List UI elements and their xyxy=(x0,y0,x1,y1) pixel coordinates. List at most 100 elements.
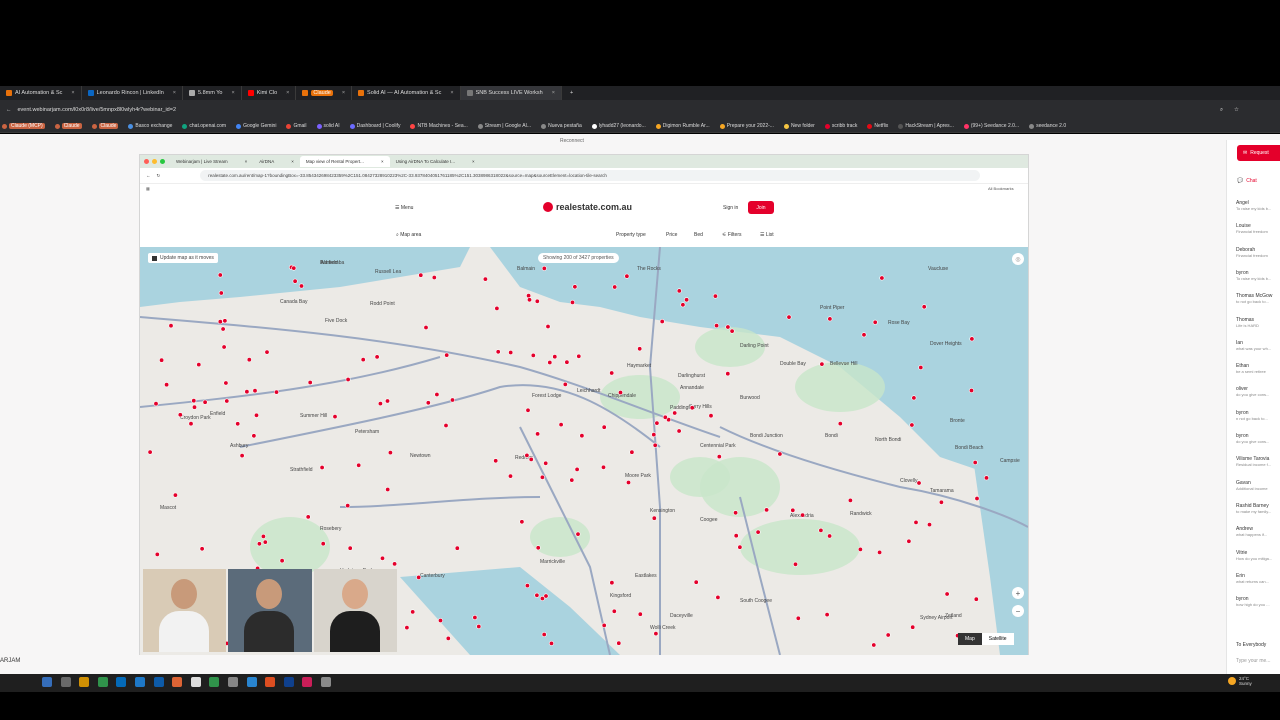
property-pin[interactable] xyxy=(320,541,326,547)
property-pin[interactable] xyxy=(547,360,553,366)
bookmark-item[interactable]: Claude (MCP) xyxy=(2,123,45,129)
property-pin[interactable] xyxy=(786,314,792,320)
chat-input[interactable]: Type your me... xyxy=(1236,658,1270,664)
taskbar-app-icon[interactable] xyxy=(172,677,183,687)
browser-tab[interactable]: AI Automation & Sc × xyxy=(0,86,82,100)
property-pin[interactable] xyxy=(827,533,833,539)
browser-tab[interactable]: Leonardo Rincon | LinkedIn × xyxy=(82,86,183,100)
property-pin[interactable] xyxy=(153,401,159,407)
property-pin[interactable] xyxy=(548,640,554,646)
browser-address-bar[interactable]: ← event.webinarjam.com/l0x0r8/live/5mnpx… xyxy=(0,100,1280,120)
property-pin[interactable] xyxy=(969,336,975,342)
bookmark-item[interactable]: HackStream | Apres... xyxy=(898,123,954,129)
property-pin[interactable] xyxy=(307,380,313,386)
property-pin[interactable] xyxy=(528,456,534,462)
weather-widget[interactable]: 24°C Sunny xyxy=(1228,676,1252,686)
property-pin[interactable] xyxy=(612,284,618,290)
property-pin[interactable] xyxy=(637,611,643,617)
property-pin[interactable] xyxy=(191,404,197,410)
inner-browser-tab[interactable]: Using AirDNA To Calculate I... × xyxy=(390,156,481,167)
property-type-filter[interactable]: Property type xyxy=(616,232,646,238)
property-pin[interactable] xyxy=(476,623,482,629)
property-pin[interactable] xyxy=(246,357,252,363)
property-pin[interactable] xyxy=(609,580,615,586)
property-pin[interactable] xyxy=(526,297,532,303)
property-pin[interactable] xyxy=(360,357,366,363)
property-pin[interactable] xyxy=(569,477,575,483)
property-pin[interactable] xyxy=(624,273,630,279)
property-pin[interactable] xyxy=(733,510,739,516)
property-pin[interactable] xyxy=(579,433,585,439)
property-pin[interactable] xyxy=(824,612,830,618)
url-text[interactable]: event.webinarjam.com/l0x0r8/live/5mnpx8l… xyxy=(18,107,177,113)
property-pin[interactable] xyxy=(910,624,916,630)
property-pin[interactable] xyxy=(637,346,643,352)
property-pin[interactable] xyxy=(392,561,398,567)
property-pin[interactable] xyxy=(434,392,440,398)
property-pin[interactable] xyxy=(572,284,578,290)
property-pin[interactable] xyxy=(545,324,551,330)
property-pin[interactable] xyxy=(159,357,165,363)
property-pin[interactable] xyxy=(676,288,682,294)
list-button[interactable]: ☰ List xyxy=(760,232,774,238)
property-pin[interactable] xyxy=(611,608,617,614)
property-pin[interactable] xyxy=(562,381,568,387)
close-icon[interactable]: × xyxy=(173,90,176,96)
property-pin[interactable] xyxy=(493,458,499,464)
property-pin[interactable] xyxy=(380,555,386,561)
property-pin[interactable] xyxy=(494,305,500,311)
property-pin[interactable] xyxy=(188,421,194,427)
taskbar-app-icon[interactable] xyxy=(228,677,238,687)
property-pin[interactable] xyxy=(534,298,540,304)
property-pin[interactable] xyxy=(495,349,501,355)
property-pin[interactable] xyxy=(617,390,623,396)
close-icon[interactable]: × xyxy=(342,90,345,96)
bookmark-item[interactable]: lyhadd27 (leonardo... xyxy=(591,123,646,129)
property-pin[interactable] xyxy=(251,433,257,439)
property-pin[interactable] xyxy=(764,507,770,513)
property-pin[interactable] xyxy=(973,596,979,602)
property-pin[interactable] xyxy=(535,431,541,437)
property-pin[interactable] xyxy=(147,449,153,455)
inner-address-bar[interactable]: ← ↻ realestate.com.au/rent/map-1?boundin… xyxy=(140,168,1028,184)
property-pin[interactable] xyxy=(972,460,978,466)
property-pin[interactable] xyxy=(861,332,867,338)
inner-browser-tab[interactable]: AirDNA × xyxy=(253,156,300,167)
property-pin[interactable] xyxy=(680,302,686,308)
property-pin[interactable] xyxy=(651,432,657,438)
recipient-select[interactable]: To Everybody xyxy=(1236,642,1266,648)
property-pin[interactable] xyxy=(755,529,761,535)
inner-browser-tab[interactable]: Webinarjam | Live Stream × xyxy=(170,156,253,167)
property-pin[interactable] xyxy=(712,293,718,299)
property-pin[interactable] xyxy=(733,533,739,539)
join-button[interactable]: Join xyxy=(748,201,774,214)
property-pin[interactable] xyxy=(629,449,635,455)
property-pin[interactable] xyxy=(444,352,450,358)
property-pin[interactable] xyxy=(795,615,801,621)
property-pin[interactable] xyxy=(790,507,796,513)
property-pin[interactable] xyxy=(921,304,927,310)
property-pin[interactable] xyxy=(347,545,353,551)
property-pin[interactable] xyxy=(541,631,547,637)
property-pin[interactable] xyxy=(202,399,208,405)
close-icon[interactable]: × xyxy=(381,159,384,164)
zoom-out-button[interactable]: − xyxy=(1012,605,1024,617)
taskbar-app-icon[interactable] xyxy=(283,677,294,687)
property-pin[interactable] xyxy=(944,591,950,597)
property-pin[interactable] xyxy=(222,318,228,324)
property-pin[interactable] xyxy=(906,538,912,544)
property-pin[interactable] xyxy=(847,497,853,503)
close-icon[interactable]: × xyxy=(71,90,74,96)
property-pin[interactable] xyxy=(653,631,659,637)
chat-tab[interactable]: 💬 Chat xyxy=(1237,178,1257,184)
property-pin[interactable] xyxy=(800,512,806,518)
taskbar-app-icon[interactable] xyxy=(321,677,331,687)
property-pin[interactable] xyxy=(879,275,885,281)
property-pin[interactable] xyxy=(264,349,270,355)
property-pin[interactable] xyxy=(535,545,541,551)
request-button[interactable]: ✉ Request xyxy=(1237,145,1280,161)
property-pin[interactable] xyxy=(218,290,224,296)
property-pin[interactable] xyxy=(377,401,383,407)
all-bookmarks[interactable]: All Bookmarks xyxy=(988,186,1014,191)
property-pin[interactable] xyxy=(191,398,197,404)
